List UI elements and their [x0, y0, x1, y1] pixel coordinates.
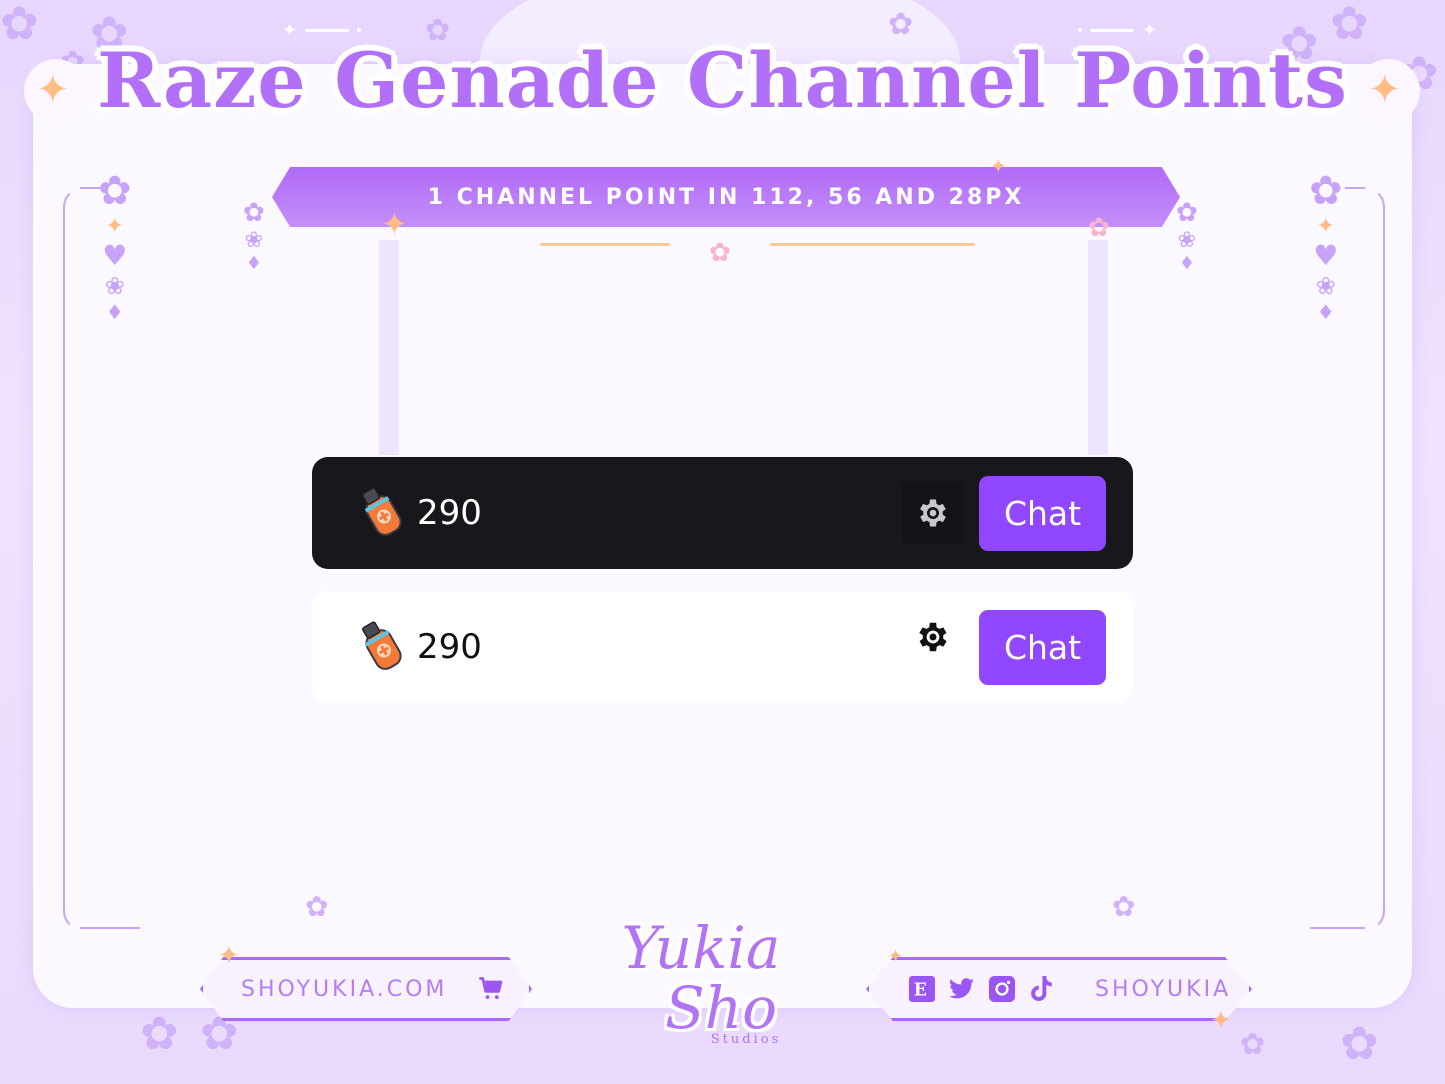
cherry-blossom-decoration: ✿ [1240, 1027, 1266, 1062]
website-link[interactable]: SHOYUKIA.COM [241, 977, 447, 1002]
frame-line [80, 187, 100, 189]
points-balance: 290 [417, 627, 482, 667]
divider-right [770, 243, 975, 246]
sparkle-icon: ✦ [1210, 1006, 1232, 1036]
hanging-ornament: ✿ ✦ ♥ ❀ ♦ [1309, 168, 1343, 324]
svg-text:E: E [914, 981, 930, 1001]
chat-button[interactable]: Chat [979, 609, 1106, 685]
gear-icon [920, 499, 946, 527]
logo-line-1: Yukia [621, 914, 781, 982]
title-container: Raze Genade Channel Points [0, 36, 1445, 125]
cherry-blossom-decoration: ✿ [709, 238, 731, 268]
grenade-icon [362, 621, 402, 670]
logo-line-2: Sho [664, 974, 777, 1042]
frame-line [80, 927, 140, 929]
settings-button[interactable] [902, 482, 964, 544]
subtitle-text: 1 CHANNEL POINT IN 112, 56 AND 28PX [427, 184, 1025, 210]
tiktok-icon[interactable] [1029, 976, 1055, 1002]
sparkle-icon: ✦ [888, 946, 904, 967]
settings-button[interactable] [902, 606, 964, 668]
subtitle-banner: 1 CHANNEL POINT IN 112, 56 AND 28PX [272, 167, 1180, 227]
pillar-left [379, 240, 399, 455]
hanging-ornament: ✿ ✦ ♥ ❀ ♦ [98, 168, 132, 324]
instagram-icon[interactable] [989, 976, 1015, 1002]
website-pill[interactable]: SHOYUKIA.COM [200, 957, 532, 1021]
sparkle-icon: ✦ [218, 941, 240, 971]
points-balance: 290 [417, 493, 482, 533]
gear-icon [919, 622, 947, 652]
grenade-icon [362, 487, 402, 536]
cart-icon [479, 977, 503, 1000]
cherry-blossom-decoration: ✿ [140, 1006, 179, 1060]
twitter-icon[interactable] [949, 976, 975, 1002]
sparkle-icon: ✦ [381, 205, 408, 243]
etsy-icon[interactable]: E [909, 976, 935, 1002]
studio-logo: Yukia Sho Studios [586, 918, 816, 1068]
chat-button[interactable]: Chat [979, 475, 1106, 551]
cherry-blossom-decoration: ✿ [1088, 213, 1110, 243]
socials-pill: E SHOYUKIA [866, 957, 1252, 1021]
banner-right-ornament: ✦ [1078, 0, 1157, 60]
cherry-blossom-decoration: ✿ [1340, 1016, 1379, 1070]
divider-left [540, 243, 670, 246]
hanging-ornament: ✿ ❀ ♦ [243, 198, 265, 274]
sparkle-icon: ✦ [990, 154, 1007, 178]
channel-points-preview-light: 290 Chat [312, 591, 1133, 703]
hanging-ornament: ✿ ❀ ♦ [1176, 198, 1198, 274]
social-handle[interactable]: SHOYUKIA [1095, 977, 1231, 1002]
banner-left-ornament: ✦ [282, 0, 362, 60]
frame-line [1310, 927, 1365, 929]
cherry-blossom-decoration: ✿ [305, 890, 329, 923]
cherry-blossom-decoration: ✿ [1112, 890, 1136, 923]
sparkle-icon: ✦ [1142, 19, 1158, 41]
frame-line [1345, 187, 1365, 189]
sparkle-icon: ✦ [282, 19, 298, 41]
channel-points-preview-dark: 290 Chat [312, 457, 1133, 569]
pillar-right [1088, 240, 1108, 455]
